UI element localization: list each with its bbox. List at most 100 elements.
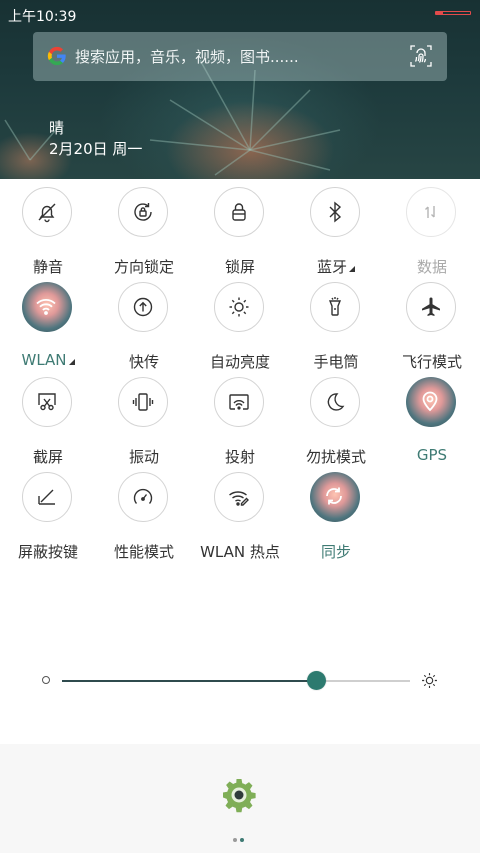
fingerprint-icon[interactable] bbox=[409, 44, 433, 68]
tile-label: 快传 bbox=[128, 353, 159, 371]
tile-circle bbox=[214, 282, 264, 332]
location-icon bbox=[422, 391, 438, 412]
tile-label: GPS bbox=[416, 446, 448, 464]
slider-fill bbox=[62, 680, 317, 682]
menu-triangle-icon bbox=[68, 359, 75, 365]
tile-label: 勿扰模式 bbox=[305, 448, 366, 466]
date-text: 2月20日 周一 bbox=[49, 140, 143, 158]
tile-circle bbox=[22, 282, 72, 332]
search-placeholder: 搜索应用，音乐，视频，图书...... bbox=[75, 48, 299, 66]
tile-circle bbox=[118, 282, 168, 332]
slider-thumb[interactable] bbox=[307, 671, 327, 690]
tile-cast[interactable]: 投射 bbox=[192, 370, 288, 466]
tile-flashlight[interactable]: 手电筒 bbox=[288, 275, 384, 371]
tile-circle bbox=[406, 282, 456, 332]
tile-label: WLAN 热点 bbox=[200, 543, 280, 561]
sync-icon bbox=[326, 487, 342, 505]
tile-label: 自动亮度 bbox=[209, 353, 270, 371]
gear-icon[interactable] bbox=[221, 777, 257, 813]
tile-label: 静音 bbox=[32, 258, 63, 276]
tile-mobile-data[interactable]: 数据 bbox=[384, 180, 480, 276]
tile-block-keys[interactable]: 屏蔽按键 bbox=[0, 465, 96, 561]
bell-off-icon bbox=[38, 203, 56, 223]
tile-screenshot[interactable]: 截屏 bbox=[0, 370, 96, 466]
tile-label: 投射 bbox=[224, 448, 255, 466]
tile-label: 飞行模式 bbox=[401, 353, 462, 371]
moon-icon bbox=[327, 393, 345, 411]
vibrate-icon bbox=[132, 393, 154, 411]
tile-circle bbox=[22, 472, 72, 522]
tile-label: 蓝牙 bbox=[288, 256, 384, 277]
tile-circle bbox=[406, 187, 456, 237]
tile-sync[interactable]: 同步 bbox=[288, 465, 384, 561]
tile-circle bbox=[22, 377, 72, 427]
hotspot-icon bbox=[229, 491, 249, 506]
tile-gps[interactable]: GPS bbox=[384, 370, 480, 465]
slider-track[interactable] bbox=[62, 680, 410, 682]
tile-label: 锁屏 bbox=[224, 258, 255, 276]
tile-performance-mode[interactable]: 性能模式 bbox=[96, 465, 192, 561]
search-bar[interactable]: 搜索应用，音乐，视频，图书...... bbox=[33, 32, 447, 81]
tile-circle bbox=[22, 187, 72, 237]
menu-triangle-icon bbox=[349, 266, 355, 272]
tile-label: 截屏 bbox=[32, 448, 63, 466]
cast-icon bbox=[229, 394, 249, 410]
tile-rotation-lock[interactable]: 方向锁定 bbox=[96, 180, 192, 276]
tile-circle bbox=[310, 377, 360, 427]
screenshot-icon bbox=[38, 393, 56, 411]
airplane-icon bbox=[422, 297, 440, 316]
tile-circle bbox=[214, 472, 264, 522]
tile-label: 同步 bbox=[320, 543, 351, 561]
battery-icon bbox=[435, 11, 471, 15]
weather-condition: 晴 bbox=[49, 119, 65, 137]
tile-label: 振动 bbox=[128, 448, 159, 466]
mobile-data-icon bbox=[425, 206, 435, 218]
battery-fill bbox=[436, 12, 443, 14]
notification-header: 上午10:39 搜索应用，音乐，视频，图书...... 晴 2月20日 周一 bbox=[0, 0, 480, 179]
tile-wlan[interactable]: WLAN bbox=[0, 275, 96, 370]
lock-icon bbox=[232, 203, 246, 221]
tile-label-text: 蓝牙 bbox=[316, 258, 347, 276]
tile-label: 方向锁定 bbox=[113, 258, 174, 276]
tile-mute[interactable]: 静音 bbox=[0, 180, 96, 276]
tile-circle bbox=[118, 377, 168, 427]
page-dot bbox=[233, 838, 237, 842]
google-g-icon bbox=[47, 46, 66, 66]
tile-quick-share[interactable]: 快传 bbox=[96, 275, 192, 371]
tile-airplane-mode[interactable]: 飞行模式 bbox=[384, 275, 480, 371]
auto-brightness-icon bbox=[229, 297, 249, 317]
tile-auto-brightness[interactable]: 自动亮度 bbox=[192, 275, 288, 371]
tile-lock-screen[interactable]: 锁屏 bbox=[192, 180, 288, 276]
status-time: 上午10:39 bbox=[8, 9, 77, 25]
tile-label: 屏蔽按键 bbox=[17, 543, 78, 561]
brightness-low-icon bbox=[42, 676, 50, 684]
brightness-high-icon bbox=[422, 673, 437, 688]
tile-circle bbox=[118, 472, 168, 522]
tile-circle bbox=[310, 187, 360, 237]
tile-label-text: WLAN bbox=[21, 351, 67, 369]
brightness-slider[interactable] bbox=[0, 660, 480, 700]
tile-circle bbox=[214, 377, 264, 427]
tile-vibrate[interactable]: 振动 bbox=[96, 370, 192, 466]
tile-circle bbox=[310, 472, 360, 522]
tile-circle bbox=[214, 187, 264, 237]
tile-circle bbox=[118, 187, 168, 237]
page-indicator bbox=[233, 827, 247, 846]
tile-bluetooth[interactable]: 蓝牙 bbox=[288, 180, 384, 277]
tile-label: WLAN bbox=[0, 351, 96, 369]
page-dot bbox=[240, 838, 244, 842]
tile-do-not-disturb[interactable]: 勿扰模式 bbox=[288, 370, 384, 466]
tile-circle bbox=[310, 282, 360, 332]
tile-label: 性能模式 bbox=[113, 543, 174, 561]
block-keys-icon bbox=[38, 489, 55, 505]
bottom-bar bbox=[0, 744, 480, 853]
quick-share-icon bbox=[133, 297, 153, 317]
speedometer-icon bbox=[133, 488, 153, 504]
rotation-lock-icon bbox=[134, 203, 152, 221]
wifi-icon bbox=[36, 299, 56, 315]
tile-label: 数据 bbox=[416, 258, 447, 276]
tile-circle bbox=[406, 377, 456, 427]
tile-label: 手电筒 bbox=[313, 353, 359, 371]
tile-wlan-hotspot[interactable]: WLAN 热点 bbox=[192, 465, 288, 561]
flashlight-icon bbox=[328, 297, 342, 316]
